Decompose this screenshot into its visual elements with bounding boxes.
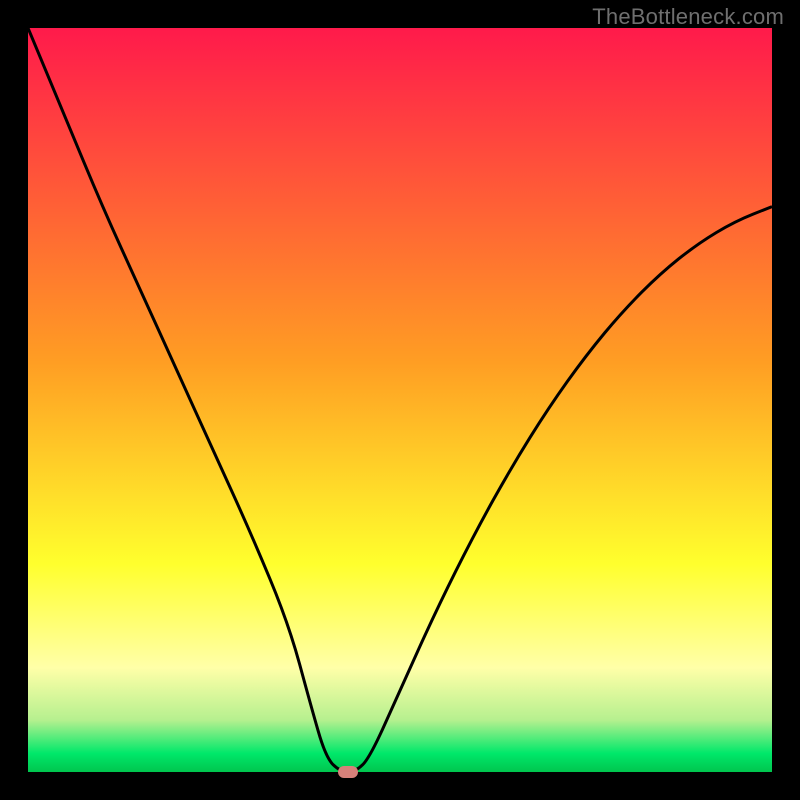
optimal-marker-icon: [338, 766, 358, 778]
watermark-text: TheBottleneck.com: [592, 4, 784, 30]
chart-frame: TheBottleneck.com: [0, 0, 800, 800]
plot-area: [28, 28, 772, 772]
curve-path: [28, 28, 772, 772]
bottleneck-curve: [28, 28, 772, 772]
